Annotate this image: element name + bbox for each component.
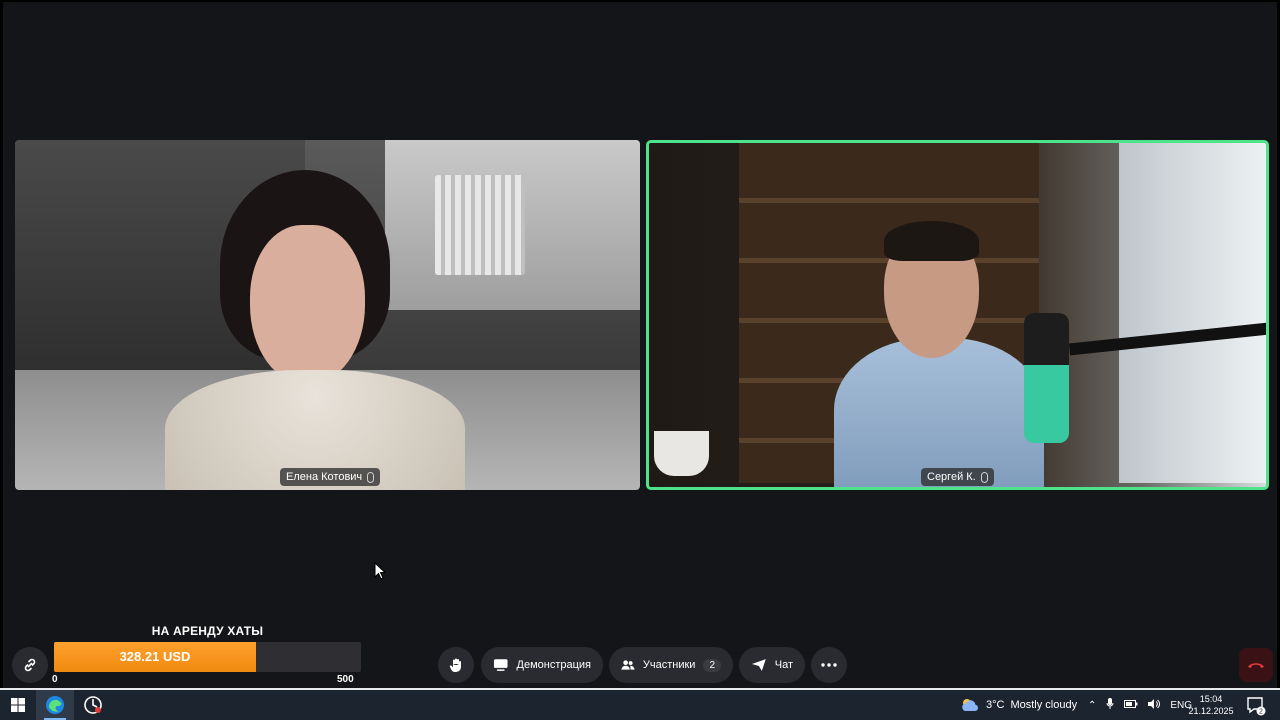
clock-date: 21.12.2025: [1188, 706, 1234, 716]
more-dots-icon: [821, 663, 837, 667]
video-tile-sergey-active-speaker[interactable]: Сергей К.: [646, 140, 1269, 490]
participants-count-badge: 2: [703, 658, 721, 672]
battery-icon[interactable]: [1124, 699, 1138, 711]
taskbar-clock[interactable]: 15:04 21.12.2025: [1188, 693, 1234, 717]
goal-max-label: 500: [337, 674, 354, 685]
weather-temperature: 3°C: [986, 699, 1005, 711]
windows-logo-icon: [11, 698, 25, 712]
video-background: [654, 431, 709, 476]
edge-browser-icon: [46, 696, 64, 714]
microphone-icon[interactable]: [1106, 697, 1114, 713]
participant-name: Елена Котович: [286, 471, 363, 483]
participant-name-tag: Сергей К.: [921, 468, 994, 486]
clock-time: 15:04: [1199, 694, 1223, 704]
microphone-icon: [980, 471, 988, 483]
windows-taskbar: 3°C Mostly cloudy ⌃ ENG 15:04 21.12.2025…: [0, 688, 1280, 720]
video-tile-elena[interactable]: Елена Котович: [15, 140, 640, 490]
weather-condition: Mostly cloudy: [1010, 699, 1078, 711]
raise-hand-button[interactable]: [438, 647, 474, 683]
system-tray: ⌃ ENG: [1088, 690, 1192, 720]
participant-video: [884, 221, 979, 261]
call-window: Елена Котович Сергей К. НА АРЕНДУ ХАТЫ 3…: [0, 0, 1280, 688]
more-options-button[interactable]: [811, 647, 847, 683]
goal-title: НА АРЕНДУ ХАТЫ: [151, 624, 264, 638]
participant-video: [250, 225, 365, 385]
send-icon: [751, 659, 766, 671]
copy-link-button[interactable]: [12, 647, 48, 683]
weather-widget[interactable]: 3°C Mostly cloudy: [960, 690, 1077, 720]
participants-label: Участники: [642, 659, 696, 671]
goal-progress-bar: 328.21 USD: [54, 642, 361, 672]
chat-button[interactable]: Чат: [739, 647, 805, 683]
recording-app-icon: [84, 696, 102, 714]
participant-name: Сергей К.: [927, 471, 976, 483]
screen-share-button[interactable]: Демонстрация: [481, 647, 603, 683]
microphone-icon: [367, 471, 375, 483]
participants-icon: [621, 660, 635, 670]
link-icon: [24, 658, 36, 672]
chevron-up-icon[interactable]: ⌃: [1088, 700, 1096, 711]
phone-hangup-icon: [1248, 663, 1264, 668]
notification-center-button[interactable]: 2: [1246, 696, 1266, 716]
video-background: [435, 175, 525, 275]
video-background: [1024, 313, 1069, 443]
taskbar-app-edge[interactable]: [36, 690, 74, 720]
taskbar-app-obs[interactable]: [74, 690, 112, 720]
start-button[interactable]: [0, 690, 36, 720]
speaker-icon[interactable]: [1148, 698, 1161, 712]
goal-amount: 328.21 USD: [119, 649, 191, 664]
chat-label: Чат: [774, 659, 793, 671]
participants-button[interactable]: Участники 2: [609, 647, 733, 683]
goal-min-label: 0: [52, 674, 58, 685]
end-call-button[interactable]: [1239, 648, 1273, 682]
notification-count: 2: [1259, 709, 1263, 716]
notification-icon: 2: [1247, 697, 1266, 716]
screen-share-icon: [493, 659, 508, 671]
cloudy-weather-icon: [962, 699, 978, 711]
screen-share-label: Демонстрация: [516, 659, 592, 671]
donation-goal-widget: НА АРЕНДУ ХАТЫ 328.21 USD: [54, 624, 361, 672]
hand-icon: [449, 658, 461, 673]
video-background: [1119, 143, 1266, 483]
participant-name-tag: Елена Котович: [280, 468, 381, 486]
